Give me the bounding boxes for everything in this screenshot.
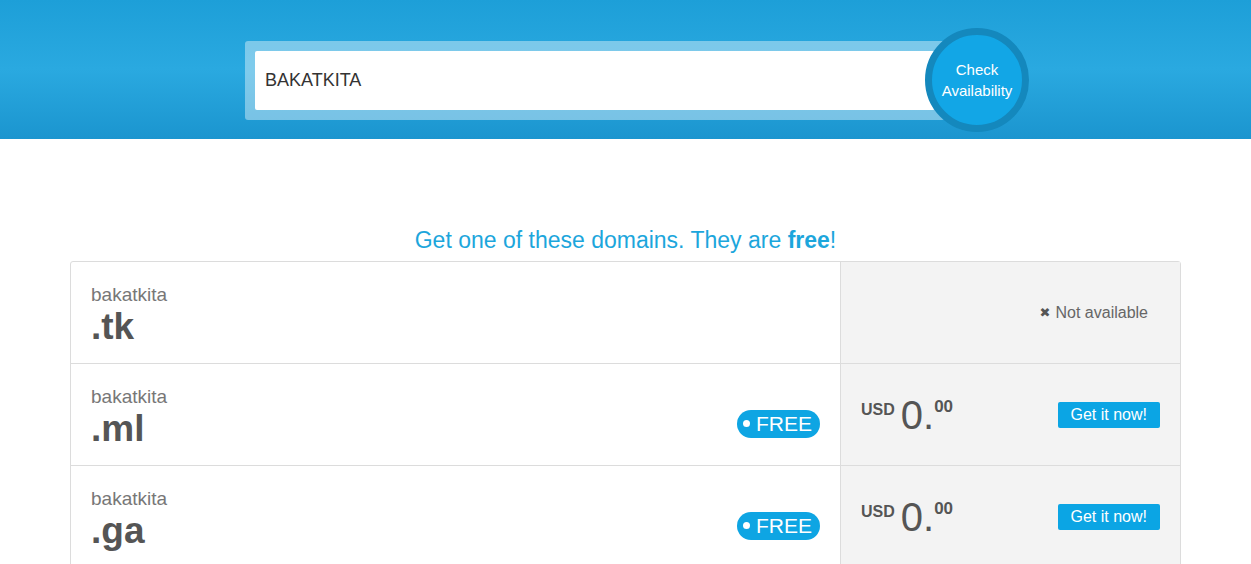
not-available-status: ✖Not available [1040,304,1148,322]
domain-name: bakatkita [91,283,167,307]
domain-tld: .ml [91,409,167,449]
badge-dot-icon [743,522,750,529]
free-badge: FREE [737,512,820,540]
price-cell: USD0.00 Get it now! [840,364,1180,465]
domain-cell: bakatkita.ml FREE [71,364,840,465]
check-availability-button[interactable]: Check Availability [925,28,1029,132]
domain-row: bakatkita.ml FREE USD0.00 Get it now! [71,364,1180,466]
search-row: BAKATKITACheck Availability [245,28,1251,132]
domain-name: bakatkita [91,487,167,511]
search-banner: BAKATKITACheck Availability [0,0,1251,139]
domain-table: bakatkita.tk✖Not availablebakatkita.mlFR… [70,261,1181,564]
domain-row: bakatkita.tk ✖Not available [71,262,1180,364]
free-domains-heading: Get one of these domains. They are free! [0,225,1251,255]
domain-name: bakatkita [91,385,167,409]
search-frame: BAKATKITA [245,41,945,120]
domain-row: bakatkita.ga FREE USD0.00 Get it now! [71,466,1180,564]
price: USD0.00 [861,497,953,537]
price: USD0.00 [861,395,953,435]
domain-tld: .ga [91,511,167,551]
price-cell: USD0.00 Get it now! [840,466,1180,564]
cross-icon: ✖ [1040,305,1051,320]
get-it-now-button[interactable]: Get it now! [1058,504,1160,530]
price-cell: ✖Not available [840,262,1180,363]
domain-search-page: BAKATKITACheck Availability Get one of th… [0,0,1251,564]
domain-search-field[interactable]: BAKATKITA [255,51,935,110]
domain-cell: bakatkita.tk [71,262,840,363]
badge-dot-icon [743,420,750,427]
domain-tld: .tk [91,307,167,347]
domain-cell: bakatkita.ga FREE [71,466,840,564]
get-it-now-button[interactable]: Get it now! [1058,402,1160,428]
free-badge: FREE [737,410,820,438]
